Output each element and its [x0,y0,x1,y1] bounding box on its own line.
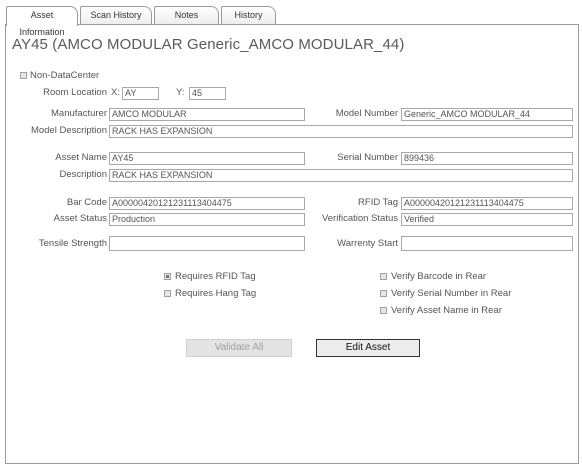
rfid-tag-label: RFID Tag [358,197,398,208]
room-location-y-input[interactable]: 45 [189,87,226,100]
rfid-tag-input[interactable]: A00000420121231113404475 [401,197,573,210]
tensile-strength-label: Tensile Strength [38,238,107,249]
bar-code-label: Bar Code [66,197,107,208]
warrenty-start-label: Warrenty Start [337,238,398,249]
verify-asset-name-checkbox[interactable] [380,307,387,314]
asset-name-input[interactable]: AY45 [109,152,305,165]
requires-hang-tag-label: Requires Hang Tag [175,288,257,299]
non-datacenter-label: Non-DataCenter [30,70,100,81]
tab-asset-information[interactable]: Asset Information [6,6,78,37]
model-number-label: Model Number [335,108,398,119]
model-number-input[interactable]: Generic_AMCO MODULAR_44 [401,108,573,121]
non-datacenter-checkbox[interactable] [20,72,27,79]
verification-status-input[interactable]: Verified [401,213,573,226]
requires-hang-tag-checkbox[interactable] [164,290,171,297]
edit-asset-button[interactable]: Edit Asset [316,339,420,357]
description-input[interactable]: RACK HAS EXPANSION [109,169,573,182]
verify-asset-name-label: Verify Asset Name in Rear [391,305,502,316]
room-location-y-label: Y: [176,87,185,98]
verify-serial-number-checkbox[interactable] [380,290,387,297]
tab-scan-history[interactable]: Scan History [80,6,152,25]
requires-rfid-tag-checkbox[interactable] [164,273,171,280]
room-location-label: Room Location [43,87,107,98]
validate-all-button[interactable]: Validate All [186,339,292,357]
warrenty-start-input[interactable] [401,236,573,251]
asset-name-label: Asset Name [55,152,107,163]
serial-number-label: Serial Number [337,152,398,163]
model-description-label: Model Description [30,125,107,136]
model-description-input[interactable]: RACK HAS EXPANSION [109,125,573,138]
manufacturer-label: Manufacturer [51,108,107,119]
room-location-x-input[interactable]: AY [122,87,159,100]
room-location-x-label: X: [111,87,120,98]
verify-barcode-checkbox[interactable] [380,273,387,280]
tab-history[interactable]: History [221,6,276,25]
description-label: Description [59,169,107,180]
asset-status-label: Asset Status [53,213,107,224]
serial-number-input[interactable]: 899436 [401,152,573,165]
verify-serial-number-label: Verify Serial Number in Rear [391,288,512,299]
verification-status-label: Verification Status [321,213,398,224]
asset-status-input[interactable]: Production [109,213,305,226]
tab-notes[interactable]: Notes [154,6,219,25]
manufacturer-input[interactable]: AMCO MODULAR [109,108,305,121]
bar-code-input[interactable]: A0000042012123111340447​5 [109,197,305,210]
verify-barcode-label: Verify Barcode in Rear [391,271,487,282]
requires-rfid-tag-label: Requires RFID Tag [175,271,256,282]
tensile-strength-input[interactable] [109,236,305,251]
page-title: AY45 (AMCO MODULAR Generic_AMCO MODULAR_… [12,36,405,53]
